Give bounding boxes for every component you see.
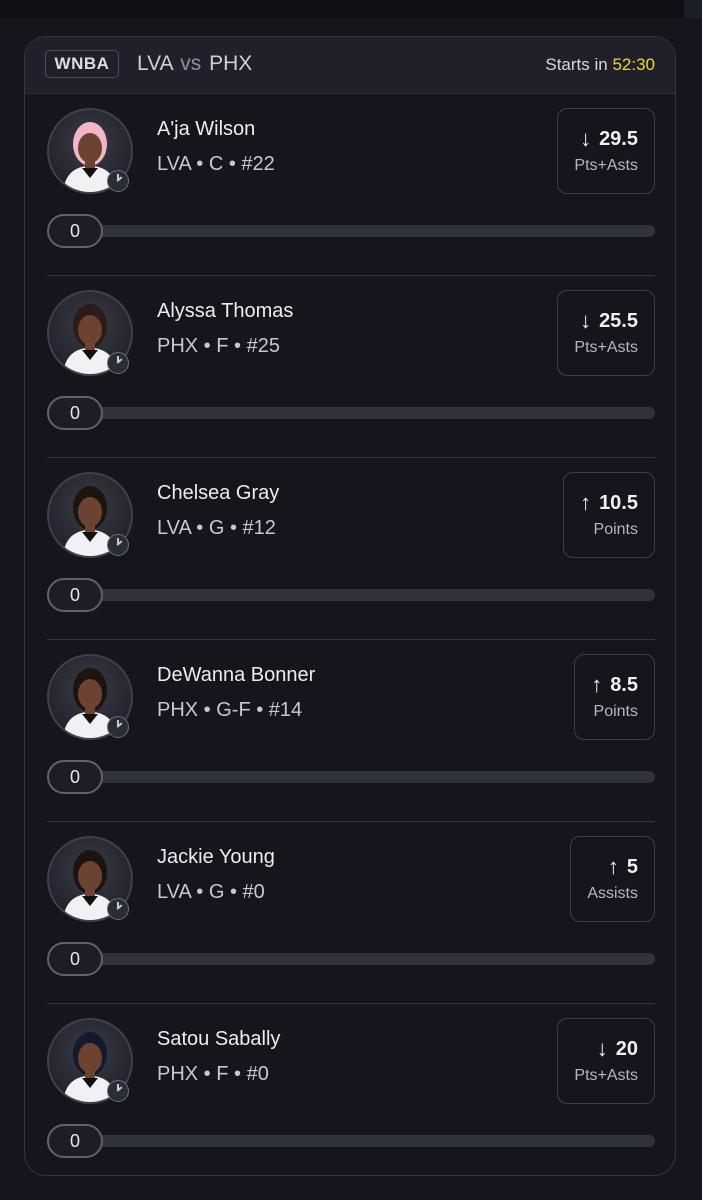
stat-progress-bar: 0 xyxy=(47,942,655,976)
starts-time: 52:30 xyxy=(612,55,655,74)
progress-track xyxy=(47,771,655,783)
player-row: DeWanna Bonner PHX • G-F • #14 ↑ 8.5 Poi… xyxy=(47,640,655,822)
prop-line-button[interactable]: ↑ 8.5 Points xyxy=(574,654,655,740)
prop-line-value: 25.5 xyxy=(599,309,638,332)
prop-line-value: 20 xyxy=(615,1037,638,1060)
clock-icon xyxy=(107,352,129,374)
prop-line-value: 5 xyxy=(626,855,638,878)
arrow-down-icon: ↓ xyxy=(580,308,592,333)
progress-track xyxy=(47,589,655,601)
home-team: LVA xyxy=(137,52,173,75)
prop-line-value: 8.5 xyxy=(610,673,638,696)
top-corner-block xyxy=(684,0,702,18)
progress-count: 0 xyxy=(47,214,103,248)
prop-line-button[interactable]: ↑ 10.5 Points xyxy=(563,472,655,558)
prop-stat-type: Points xyxy=(593,520,638,538)
stat-progress-bar: 0 xyxy=(47,396,655,430)
arrow-up-icon: ↑ xyxy=(580,490,592,515)
game-card-header[interactable]: WNBA LVA vs PHX Starts in 52:30 xyxy=(25,37,675,94)
arrow-up-icon: ↑ xyxy=(607,854,619,879)
prop-stat-type: Assists xyxy=(587,884,638,902)
player-team-position-number: LVA • C • #22 xyxy=(157,153,275,175)
stat-progress-bar: 0 xyxy=(47,1124,655,1158)
prop-stat-type: Pts+Asts xyxy=(574,1066,638,1084)
progress-track xyxy=(47,225,655,237)
arrow-up-icon: ↑ xyxy=(591,672,603,697)
player-team-position-number: PHX • F • #0 xyxy=(157,1063,269,1085)
prop-line-button[interactable]: ↓ 29.5 Pts+Asts xyxy=(557,108,655,194)
player-team-position-number: LVA • G • #0 xyxy=(157,881,265,903)
arrow-down-icon: ↓ xyxy=(596,1036,608,1061)
prop-stat-type: Points xyxy=(593,702,638,720)
player-row: Satou Sabally PHX • F • #0 ↓ 20 Pts+Asts… xyxy=(47,1004,655,1175)
progress-count: 0 xyxy=(47,942,103,976)
clock-icon xyxy=(107,716,129,738)
matchup-title: LVA vs PHX xyxy=(137,52,252,76)
clock-icon xyxy=(107,170,129,192)
player-team-position-number: PHX • G-F • #14 xyxy=(157,699,303,721)
top-status-strip xyxy=(0,0,702,18)
starts-label: Starts in xyxy=(545,55,608,74)
player-row: Chelsea Gray LVA • G • #12 ↑ 10.5 Points… xyxy=(47,458,655,640)
clock-icon xyxy=(107,898,129,920)
game-card: WNBA LVA vs PHX Starts in 52:30 A'ja Wil… xyxy=(24,36,676,1176)
prop-line-value: 29.5 xyxy=(599,127,638,150)
progress-count: 0 xyxy=(47,578,103,612)
player-row: Jackie Young LVA • G • #0 ↑ 5 Assists 0 xyxy=(47,822,655,1004)
player-name: A'ja Wilson xyxy=(157,118,256,140)
league-badge: WNBA xyxy=(45,50,119,78)
stat-progress-bar: 0 xyxy=(47,578,655,612)
progress-track xyxy=(47,407,655,419)
progress-count: 0 xyxy=(47,1124,103,1158)
player-row: Alyssa Thomas PHX • F • #25 ↓ 25.5 Pts+A… xyxy=(47,276,655,458)
progress-count: 0 xyxy=(47,760,103,794)
player-name: DeWanna Bonner xyxy=(157,664,316,686)
stat-progress-bar: 0 xyxy=(47,214,655,248)
player-team-position-number: PHX • F • #25 xyxy=(157,335,280,357)
clock-icon xyxy=(107,534,129,556)
prop-stat-type: Pts+Asts xyxy=(574,156,638,174)
player-name: Satou Sabally xyxy=(157,1028,281,1050)
start-countdown: Starts in 52:30 xyxy=(545,55,655,75)
arrow-down-icon: ↓ xyxy=(580,126,592,151)
stat-progress-bar: 0 xyxy=(47,760,655,794)
player-row: A'ja Wilson LVA • C • #22 ↓ 29.5 Pts+Ast… xyxy=(47,94,655,276)
clock-icon xyxy=(107,1080,129,1102)
prop-line-value: 10.5 xyxy=(599,491,638,514)
progress-track xyxy=(47,1135,655,1147)
player-name: Chelsea Gray xyxy=(157,482,280,504)
prop-stat-type: Pts+Asts xyxy=(574,338,638,356)
player-name: Jackie Young xyxy=(157,846,275,868)
progress-count: 0 xyxy=(47,396,103,430)
prop-line-button[interactable]: ↓ 25.5 Pts+Asts xyxy=(557,290,655,376)
away-team: PHX xyxy=(209,52,253,75)
prop-line-button[interactable]: ↑ 5 Assists xyxy=(570,836,655,922)
player-team-position-number: LVA • G • #12 xyxy=(157,517,276,539)
vs-label: vs xyxy=(180,52,202,75)
prop-line-button[interactable]: ↓ 20 Pts+Asts xyxy=(557,1018,655,1104)
player-name: Alyssa Thomas xyxy=(157,300,294,322)
progress-track xyxy=(47,953,655,965)
